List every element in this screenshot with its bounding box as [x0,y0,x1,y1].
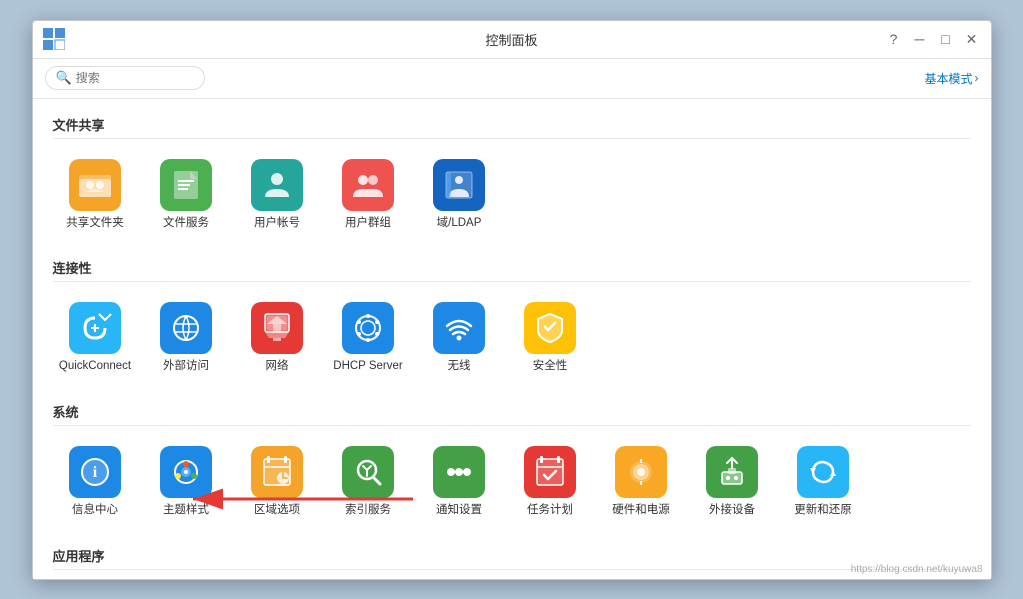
shared-folder-icon [69,159,121,211]
minimize-button[interactable]: ─ [911,30,929,48]
content-area: 文件共享 共享文件夹 [33,99,991,579]
section-apps: 应用程序 权限 [53,540,971,578]
domain-ldap-icon [433,159,485,211]
item-wireless[interactable]: 无线 [417,294,502,382]
watermark: https://blog.csdn.net/kuyuwa8 [851,564,983,575]
file-sharing-grid: 共享文件夹 文件服务 [53,147,971,243]
item-update[interactable]: 更新和还原 [781,438,866,526]
search-box[interactable]: 🔍 [45,66,205,90]
theme-label: 主题样式 [163,503,209,518]
connectivity-grid: QuickConnect 外部访问 [53,290,971,386]
window-icon [43,28,65,50]
update-icon [797,446,849,498]
hardware-icon [615,446,667,498]
network-icon [251,302,303,354]
item-user-account[interactable]: 用户帐号 [235,151,320,239]
dhcp-server-label: DHCP Server [333,359,402,374]
section-apps-header: 应用程序 [53,540,971,570]
search-icon: 🔍 [56,70,72,86]
mode-label: 基本模式 [924,70,972,87]
close-button[interactable]: ✕ [963,30,981,48]
external-device-icon [706,446,758,498]
maximize-button[interactable]: □ [937,30,955,48]
item-network[interactable]: 网络 [235,294,320,382]
info-center-label: 信息中心 [72,503,118,518]
region-icon [251,446,303,498]
notification-label: 通知设置 [436,503,482,518]
item-file-service[interactable]: 文件服务 [144,151,229,239]
control-panel-window: 控制面板 ? ─ □ ✕ 🔍 基本模式 › 文件共享 [32,20,992,580]
section-system-header: 系统 [53,396,971,426]
dhcp-server-icon [342,302,394,354]
item-region[interactable]: 区域选项 [235,438,320,526]
item-external-device[interactable]: 外接设备 [690,438,775,526]
system-grid: i 信息中心 [53,434,971,530]
item-external-access[interactable]: 外部访问 [144,294,229,382]
domain-ldap-label: 域/LDAP [437,216,482,231]
file-service-label: 文件服务 [163,216,209,231]
item-info-center[interactable]: i 信息中心 [53,438,138,526]
user-account-label: 用户帐号 [254,216,300,231]
mode-toggle[interactable]: 基本模式 › [924,70,978,87]
index-label: 索引服务 [345,503,391,518]
svg-text:i: i [93,464,98,481]
item-dhcp-server[interactable]: DHCP Server [326,294,411,382]
region-label: 区域选项 [254,503,300,518]
section-file-sharing-header: 文件共享 [53,109,971,139]
theme-icon [160,446,212,498]
external-access-icon [160,302,212,354]
item-user-group[interactable]: 用户群组 [326,151,411,239]
external-device-label: 外接设备 [709,503,755,518]
file-service-icon [160,159,212,211]
window-title: 控制面板 [485,30,537,49]
wireless-icon [433,302,485,354]
help-button[interactable]: ? [885,30,903,48]
quickconnect-icon [69,302,121,354]
shared-folder-label: 共享文件夹 [66,216,124,231]
toolbar: 🔍 基本模式 › [33,59,991,99]
item-task[interactable]: 任务计划 [508,438,593,526]
update-label: 更新和还原 [794,503,852,518]
security-icon [524,302,576,354]
window-controls: ? ─ □ ✕ [885,30,981,48]
notification-icon [433,446,485,498]
item-security[interactable]: 安全性 [508,294,593,382]
user-account-icon [251,159,303,211]
network-label: 网络 [266,359,289,374]
item-domain-ldap[interactable]: 域/LDAP [417,151,502,239]
item-quickconnect[interactable]: QuickConnect [53,294,138,382]
item-shared-folder[interactable]: 共享文件夹 [53,151,138,239]
mode-arrow-icon: › [975,71,979,85]
section-file-sharing: 文件共享 共享文件夹 [53,109,971,243]
security-label: 安全性 [533,359,568,374]
user-group-label: 用户群组 [345,216,391,231]
search-input[interactable] [76,71,206,85]
item-index[interactable]: 索引服务 [326,438,411,526]
title-bar: 控制面板 ? ─ □ ✕ [33,21,991,59]
hardware-label: 硬件和电源 [612,503,670,518]
index-icon [342,446,394,498]
external-access-label: 外部访问 [163,359,209,374]
section-connectivity-header: 连接性 [53,252,971,282]
info-center-icon: i [69,446,121,498]
section-connectivity: 连接性 QuickConnect [53,252,971,386]
task-icon [524,446,576,498]
item-notification[interactable]: 通知设置 [417,438,502,526]
item-hardware[interactable]: 硬件和电源 [599,438,684,526]
wireless-label: 无线 [448,359,471,374]
quickconnect-label: QuickConnect [59,359,131,374]
item-theme[interactable]: 主题样式 [144,438,229,526]
section-system: 系统 i 信息中心 [53,396,971,530]
user-group-icon [342,159,394,211]
task-label: 任务计划 [527,503,573,518]
